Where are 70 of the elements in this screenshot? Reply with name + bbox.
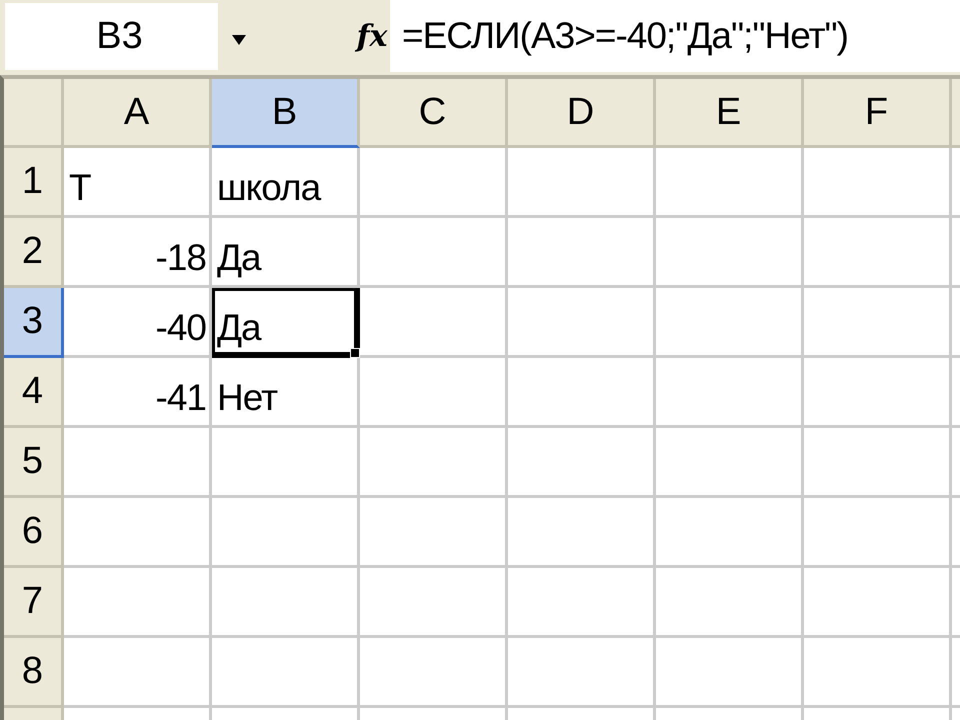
column-header[interactable] (952, 79, 960, 148)
column-header[interactable]: C (360, 79, 508, 148)
table-cell[interactable] (508, 568, 656, 638)
table-cell[interactable] (64, 498, 212, 568)
table-cell[interactable]: Да (212, 288, 360, 358)
table-cell[interactable] (804, 498, 952, 568)
table-cell[interactable] (64, 638, 212, 708)
table-cell[interactable]: -41 (64, 358, 212, 428)
table-cell[interactable] (804, 568, 952, 638)
table-cell[interactable]: -40 (64, 288, 212, 358)
table-cell[interactable] (656, 358, 804, 428)
row-header[interactable]: 7 (4, 568, 64, 638)
table-cell[interactable] (656, 288, 804, 358)
select-all-corner[interactable] (4, 79, 64, 148)
table-cell[interactable] (212, 498, 360, 568)
fill-handle[interactable] (350, 348, 360, 358)
row-header[interactable]: 4 (4, 358, 64, 428)
column-header[interactable]: A (64, 79, 212, 148)
table-cell[interactable] (656, 568, 804, 638)
table-cell[interactable] (508, 148, 656, 218)
table-cell[interactable]: школа (212, 148, 360, 218)
table-cell[interactable] (360, 498, 508, 568)
table-cell[interactable] (804, 218, 952, 288)
row-header[interactable]: 5 (4, 428, 64, 498)
column-header[interactable]: E (656, 79, 804, 148)
table-cell[interactable] (508, 638, 656, 708)
column-header[interactable]: D (508, 79, 656, 148)
insert-function-button[interactable]: fx (356, 18, 388, 56)
table-cell[interactable] (64, 568, 212, 638)
table-cell[interactable] (212, 568, 360, 638)
table-cell[interactable]: Нет (212, 358, 360, 428)
table-cell[interactable] (656, 218, 804, 288)
table-cell[interactable] (804, 288, 952, 358)
row-header[interactable]: 3 (4, 288, 64, 358)
table-cell[interactable] (360, 288, 508, 358)
row-header[interactable]: 1 (4, 148, 64, 218)
table-cell[interactable] (508, 498, 656, 568)
table-cell[interactable] (508, 428, 656, 498)
table-cell[interactable] (360, 568, 508, 638)
table-cell[interactable] (508, 288, 656, 358)
table-cell[interactable] (804, 638, 952, 708)
column-header[interactable]: B (212, 79, 360, 148)
table-cell[interactable] (360, 428, 508, 498)
table-cell[interactable] (360, 638, 508, 708)
table-cell[interactable] (212, 638, 360, 708)
table-cell[interactable]: -18 (64, 218, 212, 288)
row-header[interactable] (4, 708, 64, 720)
table-cell[interactable] (656, 428, 804, 498)
name-box[interactable]: B3 (5, 3, 218, 70)
table-cell[interactable] (656, 148, 804, 218)
column-header[interactable]: F (804, 79, 952, 148)
caret-icon[interactable] (232, 35, 246, 45)
table-cell[interactable] (508, 218, 656, 288)
table-cell[interactable] (804, 428, 952, 498)
row-header[interactable]: 2 (4, 218, 64, 288)
table-cell[interactable] (508, 358, 656, 428)
formula-field[interactable]: =ЕСЛИ(A3>=-40;"Да";"Нет") (390, 0, 960, 72)
table-cell[interactable] (64, 428, 212, 498)
table-cell[interactable] (656, 638, 804, 708)
row-header[interactable]: 8 (4, 638, 64, 708)
table-cell[interactable] (212, 428, 360, 498)
row-header[interactable]: 6 (4, 498, 64, 568)
table-cell[interactable] (360, 148, 508, 218)
table-cell[interactable] (656, 498, 804, 568)
table-cell[interactable] (360, 358, 508, 428)
table-cell[interactable] (804, 148, 952, 218)
table-cell[interactable] (360, 218, 508, 288)
table-cell[interactable]: T (64, 148, 212, 218)
table-cell[interactable]: Да (212, 218, 360, 288)
table-cell[interactable] (804, 358, 952, 428)
